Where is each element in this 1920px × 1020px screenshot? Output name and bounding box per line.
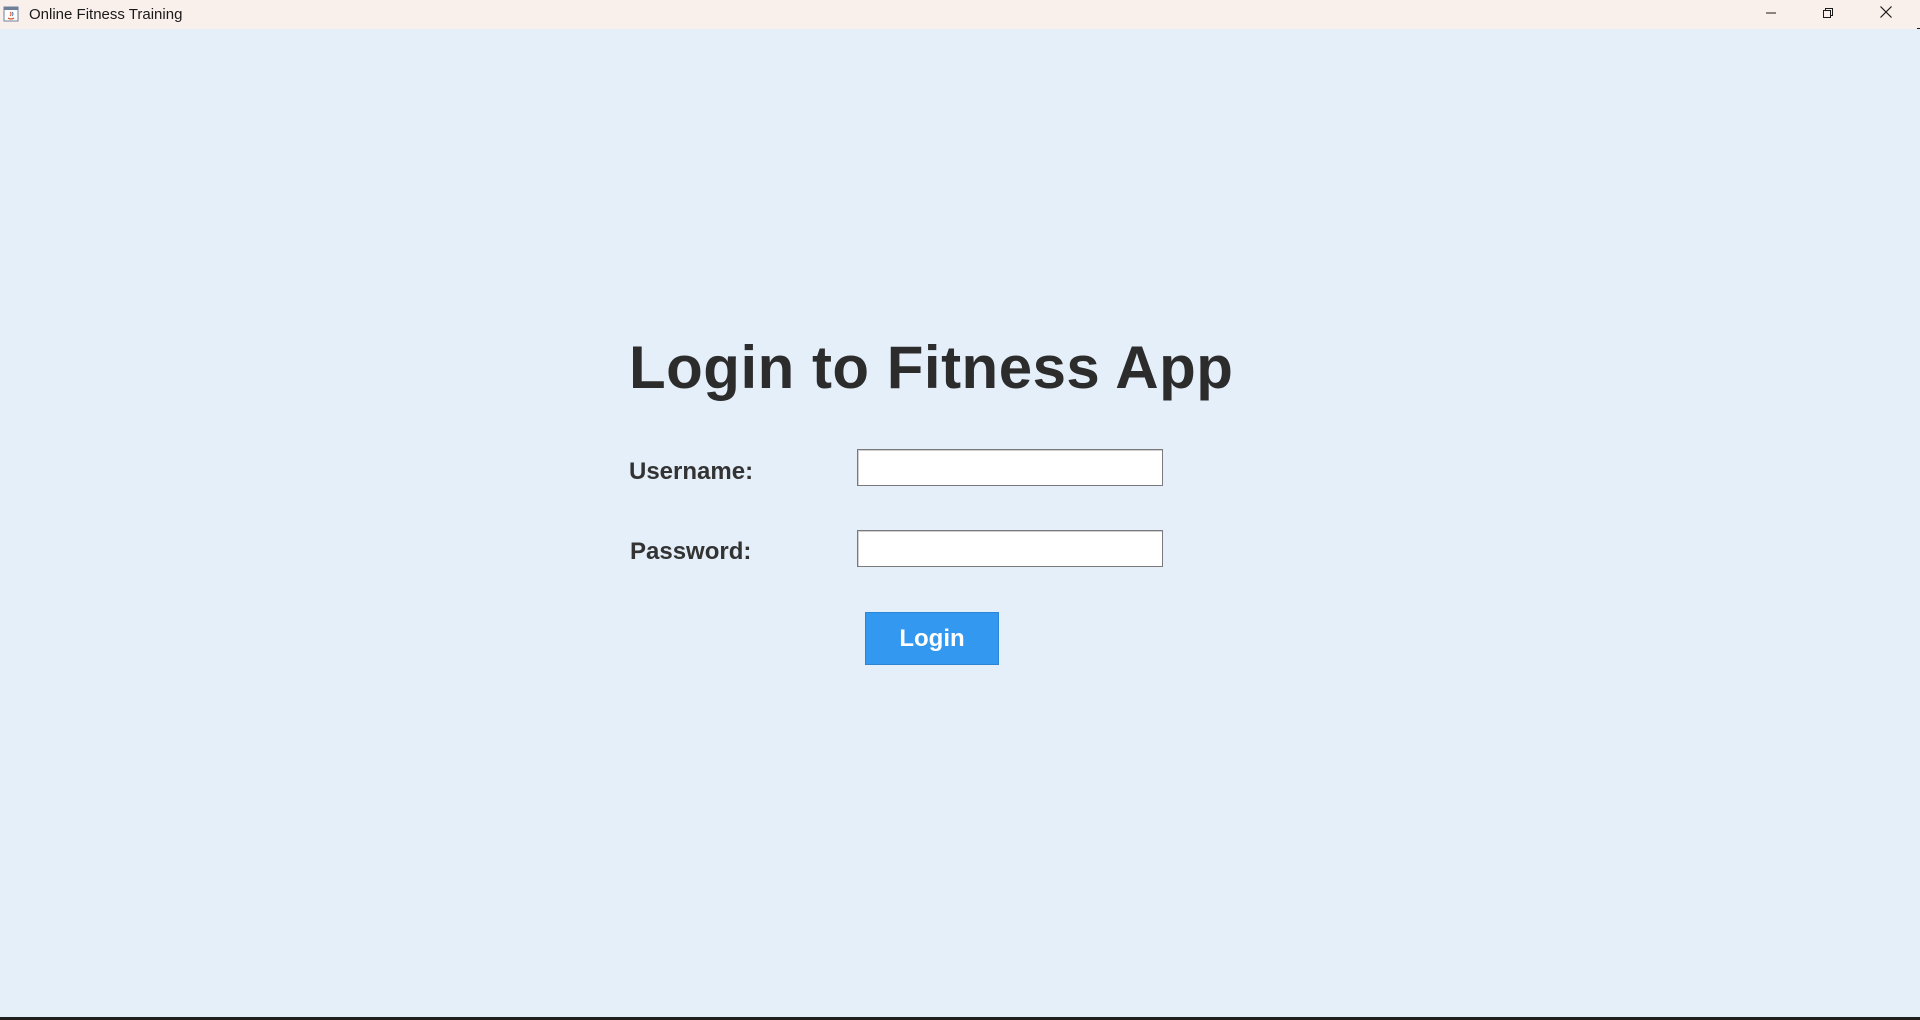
title-bar[interactable]: Online Fitness Training — [0, 0, 1920, 29]
restore-button[interactable] — [1799, 0, 1857, 29]
java-app-icon[interactable] — [3, 6, 19, 22]
login-panel — [0, 29, 1920, 1017]
username-label: Username: — [629, 458, 754, 485]
page-title: Login to Fitness App — [629, 334, 1234, 401]
close-icon — [1879, 5, 1893, 24]
password-label: Password: — [630, 538, 752, 565]
username-field[interactable] — [857, 449, 1163, 486]
login-button[interactable]: Login — [865, 612, 999, 665]
restore-icon — [1822, 6, 1834, 24]
close-button[interactable] — [1857, 0, 1915, 29]
window-title: Online Fitness Training — [29, 6, 183, 23]
minimize-button[interactable] — [1742, 0, 1800, 29]
password-field[interactable] — [857, 530, 1163, 567]
minimize-icon — [1765, 6, 1777, 24]
